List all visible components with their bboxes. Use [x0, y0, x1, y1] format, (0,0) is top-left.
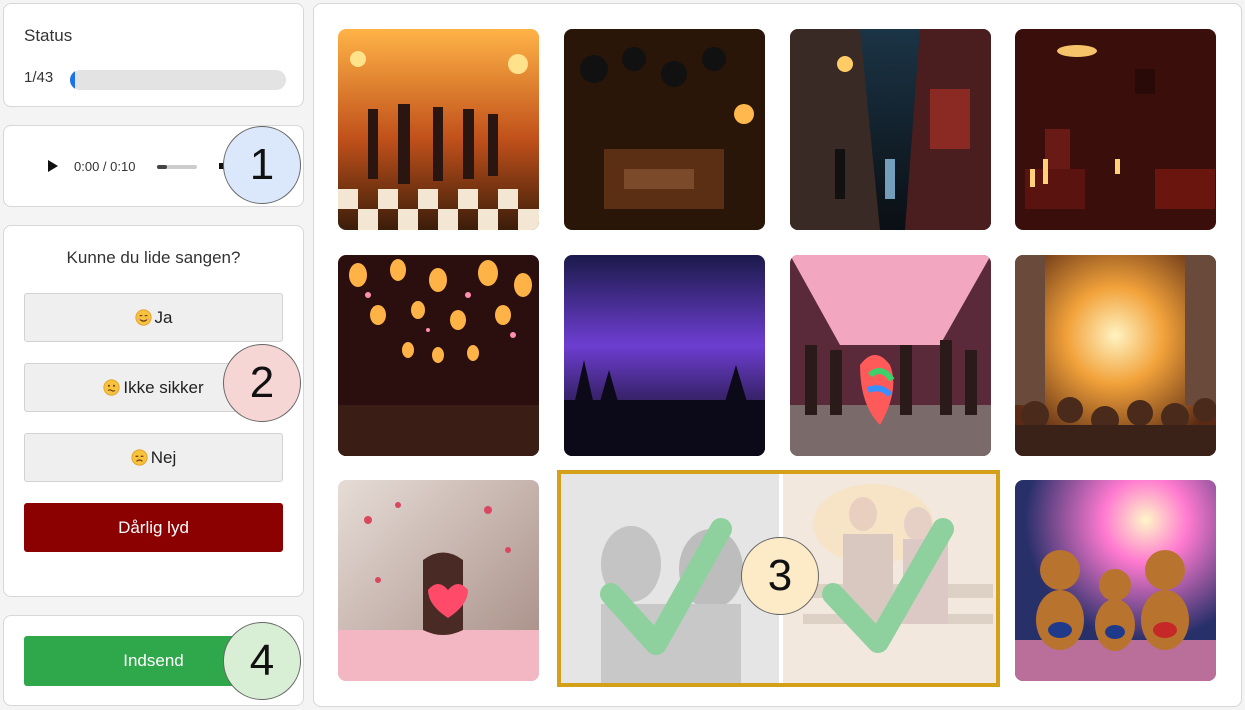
progress-bar-fill: [70, 70, 75, 90]
confused-face-icon: [103, 379, 120, 396]
sad-face-icon: [131, 449, 148, 466]
seek-slider[interactable]: [157, 165, 197, 169]
street-party-image[interactable]: [790, 255, 991, 456]
callout-3: 3: [741, 537, 819, 615]
bad-sound-button[interactable]: Dårlig lyd: [24, 503, 283, 552]
retro-dance-hall-image[interactable]: [338, 29, 539, 230]
sunset-crowd-image[interactable]: [1015, 255, 1216, 456]
progress-bar: [70, 70, 286, 90]
progress-text: 1/43: [24, 69, 54, 86]
seek-slider-fill: [157, 165, 167, 169]
play-icon[interactable]: [42, 156, 62, 176]
callout-4: 4: [223, 622, 301, 700]
time-readout: 0:00 / 0:10: [74, 159, 136, 174]
answer-no-label: Nej: [150, 447, 177, 467]
smiling-face-icon: [134, 309, 152, 326]
purple-night-forest-image[interactable]: [564, 255, 765, 456]
answer-yes-button[interactable]: Ja: [24, 293, 283, 342]
petals-heart-image[interactable]: [338, 480, 539, 681]
record-room-image[interactable]: [564, 29, 765, 230]
status-label: Status: [24, 26, 73, 45]
answer-not-sure-label: Ikke sikker: [123, 377, 204, 397]
teddy-bear-band-image[interactable]: [1015, 480, 1216, 681]
candlelit-lounge-image[interactable]: [1015, 29, 1216, 230]
lantern-street-image[interactable]: [338, 255, 539, 456]
neon-alley-image[interactable]: [790, 29, 991, 230]
callout-1: 1: [223, 126, 301, 204]
status-panel: Status 1/43: [3, 3, 304, 107]
answer-no-button[interactable]: Nej: [24, 433, 283, 482]
question-text: Kunne du lide sangen?: [66, 248, 241, 267]
callout-2: 2: [223, 344, 301, 422]
answer-yes-label: Ja: [154, 307, 173, 327]
